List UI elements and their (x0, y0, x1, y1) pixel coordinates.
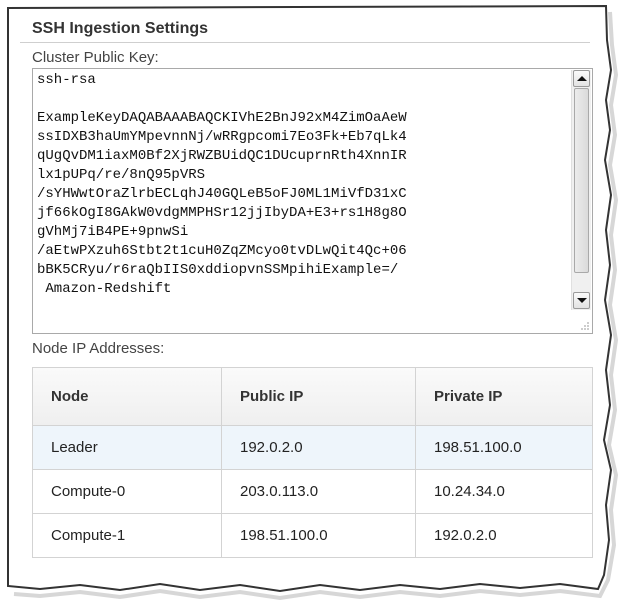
resize-grip-icon[interactable] (580, 321, 590, 331)
arrow-up-icon (577, 76, 587, 81)
table-header-row: Node Public IP Private IP (33, 368, 592, 426)
section-title: SSH Ingestion Settings (20, 18, 590, 43)
scroll-up-button[interactable] (573, 70, 590, 87)
node-ip-addresses-label: Node IP Addresses: (32, 340, 165, 357)
private-ip-cell: 192.0.2.0 (434, 527, 497, 544)
scroll-down-button[interactable] (573, 292, 590, 309)
node-cell: Compute-0 (33, 469, 222, 514)
node-cell: Leader (33, 425, 222, 470)
ssh-ingestion-settings-panel: SSH Ingestion Settings Cluster Public Ke… (20, 18, 593, 558)
scrollbar-thumb[interactable] (574, 88, 589, 273)
public-ip-cell: 192.0.2.0 (221, 425, 416, 470)
vertical-scrollbar[interactable] (571, 70, 591, 310)
private-ip-cell: 10.24.34.0 (415, 469, 592, 514)
public-ip-cell: 198.51.100.0 (221, 513, 416, 557)
column-header-private-ip: Private IP (415, 368, 592, 426)
public-ip-cell: 203.0.113.0 (221, 469, 416, 514)
private-ip-cell: 198.51.100.0 (415, 425, 592, 470)
node-cell: Compute-1 (33, 513, 222, 557)
column-header-node: Node (33, 368, 222, 426)
node-ip-table: Node Public IP Private IP Leader 192.0.2… (32, 367, 593, 558)
cluster-public-key-label: Cluster Public Key: (32, 49, 159, 66)
table-row[interactable]: Compute-0 203.0.113.0 10.24.34.0 (33, 469, 592, 514)
column-header-public-ip: Public IP (221, 368, 416, 426)
table-row[interactable]: Compute-1 198.51.100.0 192.0.2.0 (33, 513, 592, 557)
arrow-down-icon (577, 298, 587, 303)
cluster-public-key-textarea[interactable]: ssh-rsa ExampleKeyDAQABAAABAQCKIVhE2BnJ9… (32, 68, 593, 334)
settings-panel-screenshot: SSH Ingestion Settings Cluster Public Ke… (0, 0, 623, 611)
table-row[interactable]: Leader 192.0.2.0 198.51.100.0 (33, 425, 592, 470)
public-key-text: ssh-rsa ExampleKeyDAQABAAABAQCKIVhE2BnJ9… (37, 72, 407, 297)
